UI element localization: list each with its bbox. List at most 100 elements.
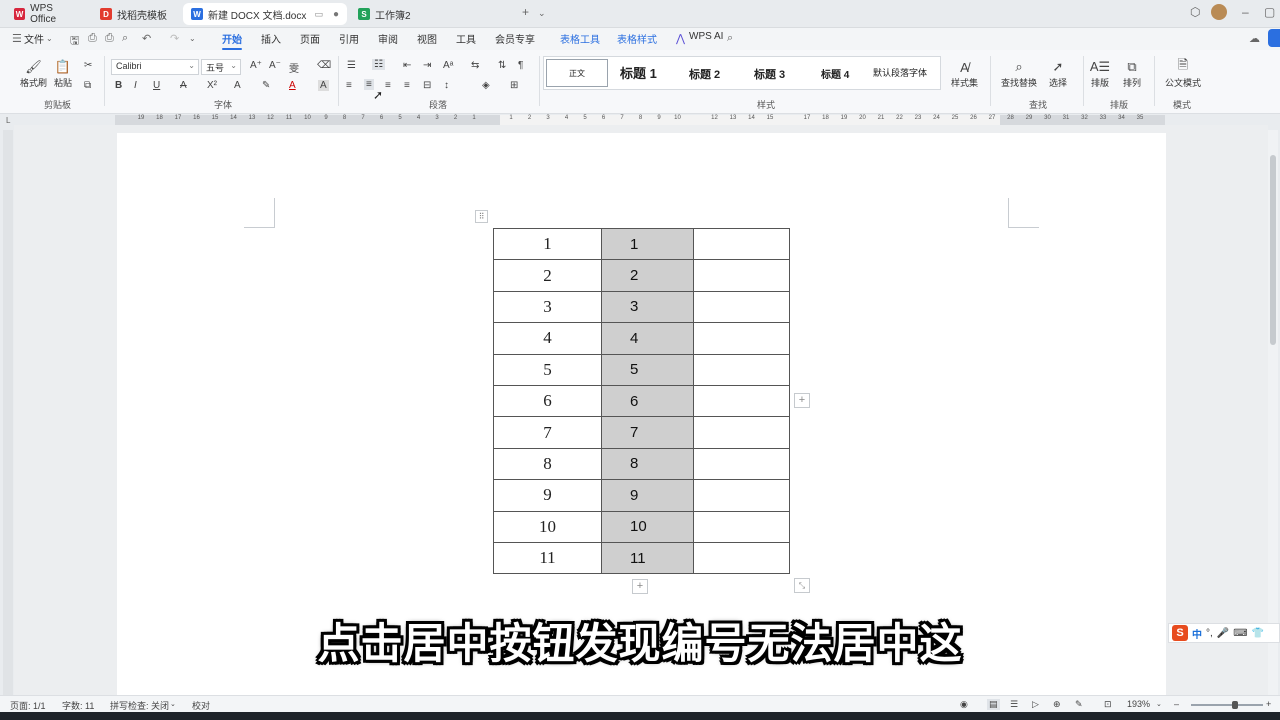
empty-cell[interactable] xyxy=(693,227,790,261)
text-direction-icon[interactable]: ⇆ xyxy=(471,60,479,71)
table-row[interactable]: 55 xyxy=(493,353,790,386)
style-default-font[interactable]: 默认段落字体 xyxy=(873,66,927,79)
export-pdf-icon[interactable]: ⎙ xyxy=(88,32,97,45)
numbered-list-cell[interactable]: 4 xyxy=(601,322,694,355)
pen-icon[interactable]: ✎ xyxy=(1075,699,1083,710)
align-left-icon[interactable]: ≡ xyxy=(346,80,352,91)
text-effect-icon[interactable]: A xyxy=(234,80,241,91)
word-count[interactable]: 字数: 11 xyxy=(62,699,94,712)
char-shading-icon[interactable]: A xyxy=(318,80,329,91)
format-painter-button[interactable]: 🖌 格式刷 xyxy=(20,58,47,89)
tab-wps-office[interactable]: W WPS Office xyxy=(6,3,86,25)
empty-cell[interactable] xyxy=(693,259,790,292)
zoom-slider[interactable] xyxy=(1191,704,1263,706)
web-view-icon[interactable]: ⊕ xyxy=(1053,699,1061,710)
fit-width-icon[interactable]: ⊡ xyxy=(1104,699,1112,710)
table-row[interactable]: 33 xyxy=(493,290,790,324)
table-move-handle[interactable]: ⠿ xyxy=(475,210,488,223)
empty-cell[interactable] xyxy=(693,384,790,418)
chevron-down-icon[interactable]: ⌄ xyxy=(1156,700,1162,708)
wps-ai-icon[interactable]: ⋀ xyxy=(676,32,685,45)
number-cell[interactable]: 2 xyxy=(493,259,602,292)
number-cell[interactable]: 5 xyxy=(493,353,602,386)
table-row[interactable]: 11 11 xyxy=(493,541,790,575)
menu-table-tools[interactable]: 表格工具 xyxy=(560,31,600,46)
arrange-button[interactable]: ⧉ 排列 xyxy=(1123,58,1141,89)
sort-icon[interactable]: ⇅ xyxy=(498,60,506,71)
numbered-list-cell[interactable]: 7 xyxy=(601,416,694,449)
print-preview-icon[interactable]: ⌕ xyxy=(122,32,128,45)
chevron-down-icon[interactable]: ⌄ xyxy=(46,34,53,43)
strikethrough-icon[interactable]: A xyxy=(180,80,187,91)
resize-table-handle[interactable]: ⤡ xyxy=(794,578,810,593)
unsaved-dot-icon[interactable]: ● xyxy=(333,9,339,20)
table-row[interactable]: 88 xyxy=(493,447,790,481)
numbered-list-cell[interactable]: 11 xyxy=(601,541,694,575)
style-normal[interactable]: 正文 xyxy=(546,59,608,87)
font-size-select[interactable]: 五号 ⌄ xyxy=(201,59,241,75)
numbered-list-icon[interactable]: ☷ xyxy=(372,59,385,70)
font-name-select[interactable]: Calibri ⌄ xyxy=(111,59,199,75)
zoom-level[interactable]: 193% xyxy=(1127,699,1150,709)
outline-view-icon[interactable]: ☰ xyxy=(1010,699,1018,710)
proofread-button[interactable]: 校对 xyxy=(192,699,210,712)
scrollbar-thumb[interactable] xyxy=(1270,155,1276,345)
save-icon[interactable]: 🖫 xyxy=(70,32,79,51)
tab-document[interactable]: W 新建 DOCX 文档.docx ▭ ● xyxy=(183,3,347,25)
style-set-button[interactable]: A̸ 样式集 xyxy=(951,58,978,89)
style-heading-1[interactable]: 标题 1 xyxy=(620,63,657,82)
maximize-icon[interactable]: ▢ xyxy=(1264,5,1275,19)
number-cell[interactable]: 6 xyxy=(493,384,602,418)
numbered-list-cell[interactable]: 10 xyxy=(601,510,694,543)
minimize-icon[interactable]: – xyxy=(1242,5,1249,19)
select-button[interactable]: ➚ 选择 xyxy=(1049,58,1067,89)
number-cell[interactable]: 1 xyxy=(493,227,602,261)
table-row[interactable]: 99 xyxy=(493,479,790,512)
empty-cell[interactable] xyxy=(693,541,790,575)
ime-language[interactable]: 中 xyxy=(1192,626,1202,641)
find-replace-button[interactable]: ⌕ 查找替换 xyxy=(1001,58,1037,89)
empty-cell[interactable] xyxy=(693,510,790,543)
undo-icon[interactable]: ↶ xyxy=(142,32,151,45)
show-marks-icon[interactable]: ¶ xyxy=(518,60,523,71)
search-icon[interactable]: ⌕ xyxy=(727,32,733,45)
table-row[interactable]: 66 xyxy=(493,384,790,418)
tab-docer-templates[interactable]: D 找稻壳模板 xyxy=(92,3,178,25)
distribute-icon[interactable]: ⊟ xyxy=(423,80,431,91)
phonetic-icon[interactable]: 雯 xyxy=(289,60,299,75)
numbered-list-cell[interactable]: 2 xyxy=(601,259,694,292)
play-icon[interactable]: ▷ xyxy=(1032,699,1039,710)
number-cell[interactable]: 11 xyxy=(493,541,602,575)
chevron-down-icon[interactable]: ⌄ xyxy=(189,34,196,43)
style-heading-3[interactable]: 标题 3 xyxy=(754,66,785,82)
add-column-button[interactable]: + xyxy=(794,393,810,408)
bullet-list-icon[interactable]: ☰ xyxy=(347,60,356,71)
empty-cell[interactable] xyxy=(693,416,790,449)
horizontal-ruler[interactable]: 19 18 17 16 15 14 13 12 11 10 9 8 7 6 5 4 3 2 1 1 2 3 4 5 6 7 8 9 10… xyxy=(115,115,1165,125)
print-icon[interactable]: ⎙ xyxy=(105,32,114,45)
window-icon[interactable]: ▭ xyxy=(314,9,323,20)
bold-icon[interactable]: B xyxy=(115,80,122,91)
layout-button[interactable]: A☰ 排版 xyxy=(1090,58,1110,89)
number-cell[interactable]: 10 xyxy=(493,510,602,543)
file-menu[interactable]: 文件 xyxy=(24,31,44,46)
align-right-icon[interactable]: ≡ xyxy=(385,80,391,91)
cube-icon[interactable]: ⬡ xyxy=(1190,5,1200,19)
skin-icon[interactable]: 👕 xyxy=(1252,628,1264,639)
table-row[interactable]: 44 xyxy=(493,322,790,355)
numbered-list-cell[interactable]: 5 xyxy=(601,353,694,386)
empty-cell[interactable] xyxy=(693,447,790,481)
menu-tools[interactable]: 工具 xyxy=(456,31,476,46)
shrink-font-icon[interactable]: A⁻ xyxy=(269,60,281,71)
ime-toolbar[interactable]: S 中 °, 🎤 ⌨ 👕 xyxy=(1168,623,1280,643)
justify-icon[interactable]: ≡ xyxy=(404,80,410,91)
spell-check-status[interactable]: 拼写检查: 关闭 xyxy=(110,699,169,712)
hamburger-icon[interactable]: ☰ xyxy=(12,32,22,45)
numbered-list-cell[interactable]: 8 xyxy=(601,447,694,481)
empty-cell[interactable] xyxy=(693,479,790,512)
style-heading-2[interactable]: 标题 2 xyxy=(689,66,720,82)
zoom-slider-knob[interactable] xyxy=(1232,701,1238,709)
eye-protect-icon[interactable]: ◉ xyxy=(960,699,968,710)
table-row[interactable]: 22 xyxy=(493,259,790,292)
superscript-icon[interactable]: X² xyxy=(207,80,217,91)
